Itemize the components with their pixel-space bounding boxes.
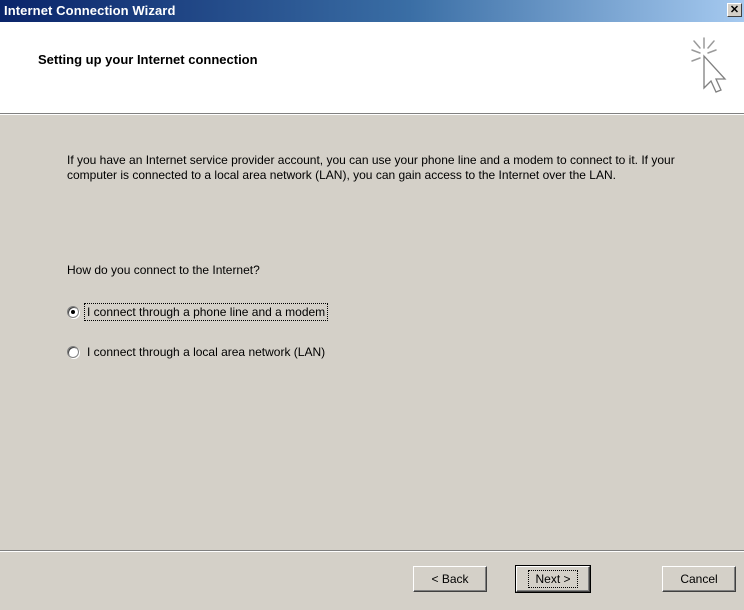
wizard-header: Setting up your Internet connection bbox=[0, 22, 744, 113]
radio-phone-modem[interactable] bbox=[67, 306, 79, 318]
option-phone-modem-label[interactable]: I connect through a phone line and a mod… bbox=[83, 303, 329, 321]
next-button[interactable]: Next > bbox=[515, 565, 591, 593]
intro-text: If you have an Internet service provider… bbox=[67, 153, 675, 182]
connection-question: How do you connect to the Internet? bbox=[67, 263, 260, 277]
option-lan[interactable]: I connect through a local area network (… bbox=[67, 343, 327, 361]
header-divider bbox=[0, 113, 744, 115]
wizard-cursor-sparkle-icon bbox=[691, 37, 727, 93]
window-title: Internet Connection Wizard bbox=[4, 3, 176, 18]
close-button[interactable]: ✕ bbox=[727, 3, 742, 17]
title-bar[interactable]: Internet Connection Wizard ✕ bbox=[0, 0, 744, 22]
cancel-button[interactable]: Cancel bbox=[662, 566, 736, 592]
cancel-button-label: Cancel bbox=[680, 572, 718, 586]
close-icon: ✕ bbox=[729, 4, 740, 16]
next-button-label: Next > bbox=[528, 570, 578, 588]
back-button[interactable]: < Back bbox=[413, 566, 487, 592]
option-phone-modem[interactable]: I connect through a phone line and a mod… bbox=[67, 303, 329, 321]
footer-divider bbox=[0, 550, 744, 552]
wizard-window: Internet Connection Wizard ✕ Setting up … bbox=[0, 0, 744, 610]
back-button-label: < Back bbox=[431, 572, 469, 586]
option-lan-label[interactable]: I connect through a local area network (… bbox=[85, 344, 327, 360]
radio-lan[interactable] bbox=[67, 346, 79, 358]
page-heading: Setting up your Internet connection bbox=[38, 52, 258, 67]
